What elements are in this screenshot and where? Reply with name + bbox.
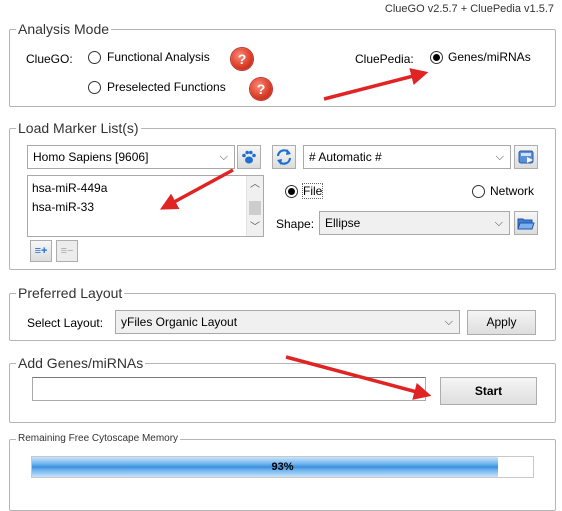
arrow-to-start bbox=[285, 355, 432, 400]
arrow-to-genes-mirnas bbox=[323, 68, 429, 101]
arrow-to-marker-list bbox=[159, 168, 234, 210]
annotation-arrow bbox=[159, 68, 432, 400]
